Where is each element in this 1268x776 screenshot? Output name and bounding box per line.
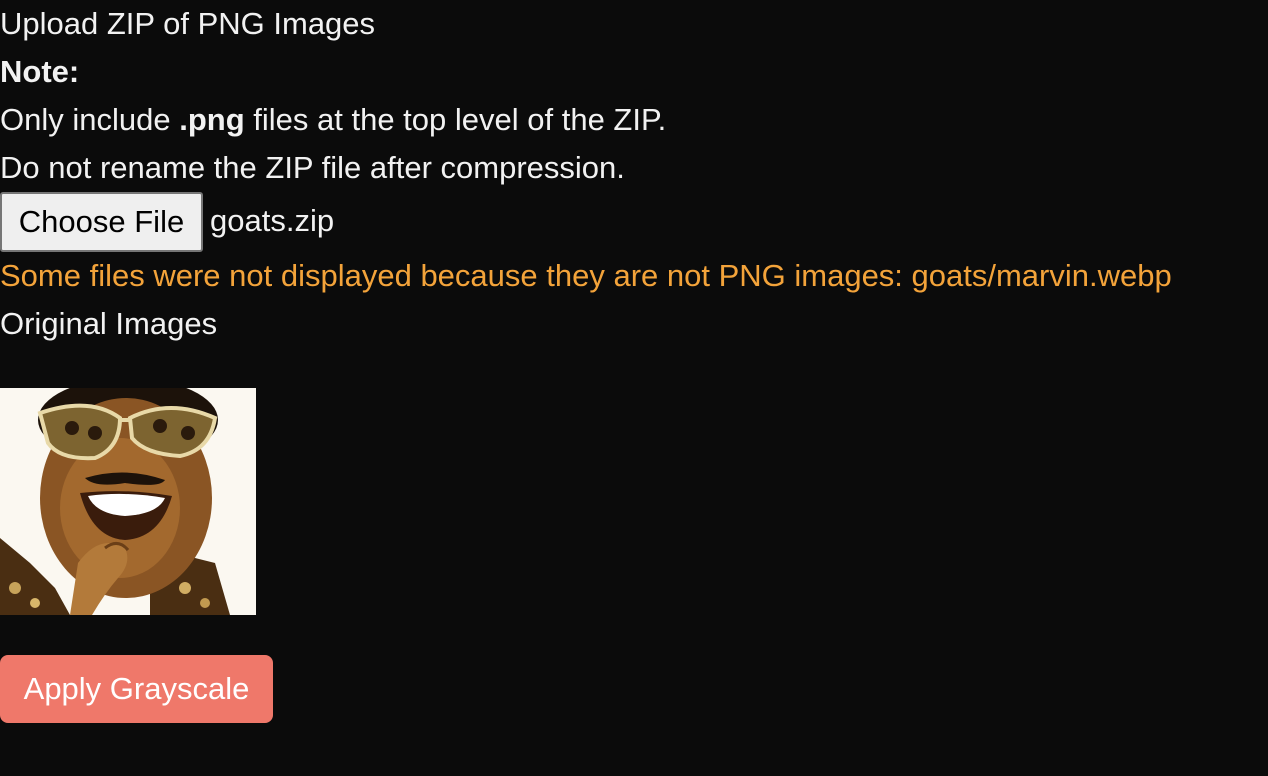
note-label: Note:	[0, 54, 80, 89]
original-images-heading: Original Images	[0, 306, 218, 341]
original-image-thumbnail	[0, 388, 256, 615]
note-line-rename: Do not rename the ZIP file after compres…	[0, 150, 625, 185]
page: Upload ZIP of PNG Images Note: Only incl…	[0, 0, 1268, 776]
note-line-png-extension: .png	[179, 102, 245, 137]
portrait-image	[0, 388, 256, 615]
apply-grayscale-button[interactable]: Apply Grayscale	[0, 655, 273, 723]
note-line-png: Only include .png files at the top level…	[0, 102, 666, 138]
page-title: Upload ZIP of PNG Images	[0, 6, 376, 41]
selected-file-name: goats.zip	[210, 203, 335, 238]
choose-file-button[interactable]: Choose File	[0, 192, 203, 252]
non-png-warning: Some files were not displayed because th…	[0, 258, 1172, 293]
note-line-png-suffix: files at the top level of the ZIP.	[244, 102, 667, 137]
note-line-png-prefix: Only include	[0, 102, 180, 137]
